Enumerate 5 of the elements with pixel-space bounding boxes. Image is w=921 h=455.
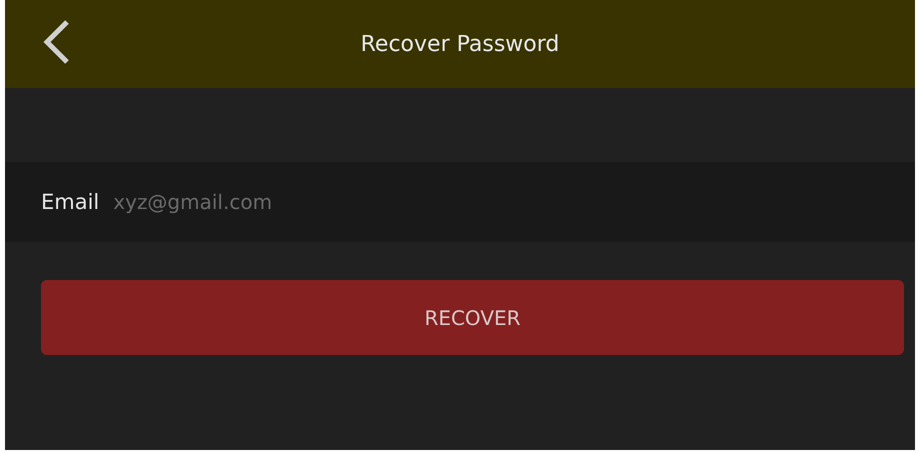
recover-button[interactable]: RECOVER bbox=[41, 280, 904, 355]
email-label: Email bbox=[41, 190, 100, 214]
email-field[interactable]: Email xyz@gmail.com bbox=[5, 162, 915, 242]
email-input[interactable]: xyz@gmail.com bbox=[113, 182, 915, 222]
page-title: Recover Password bbox=[360, 32, 560, 56]
